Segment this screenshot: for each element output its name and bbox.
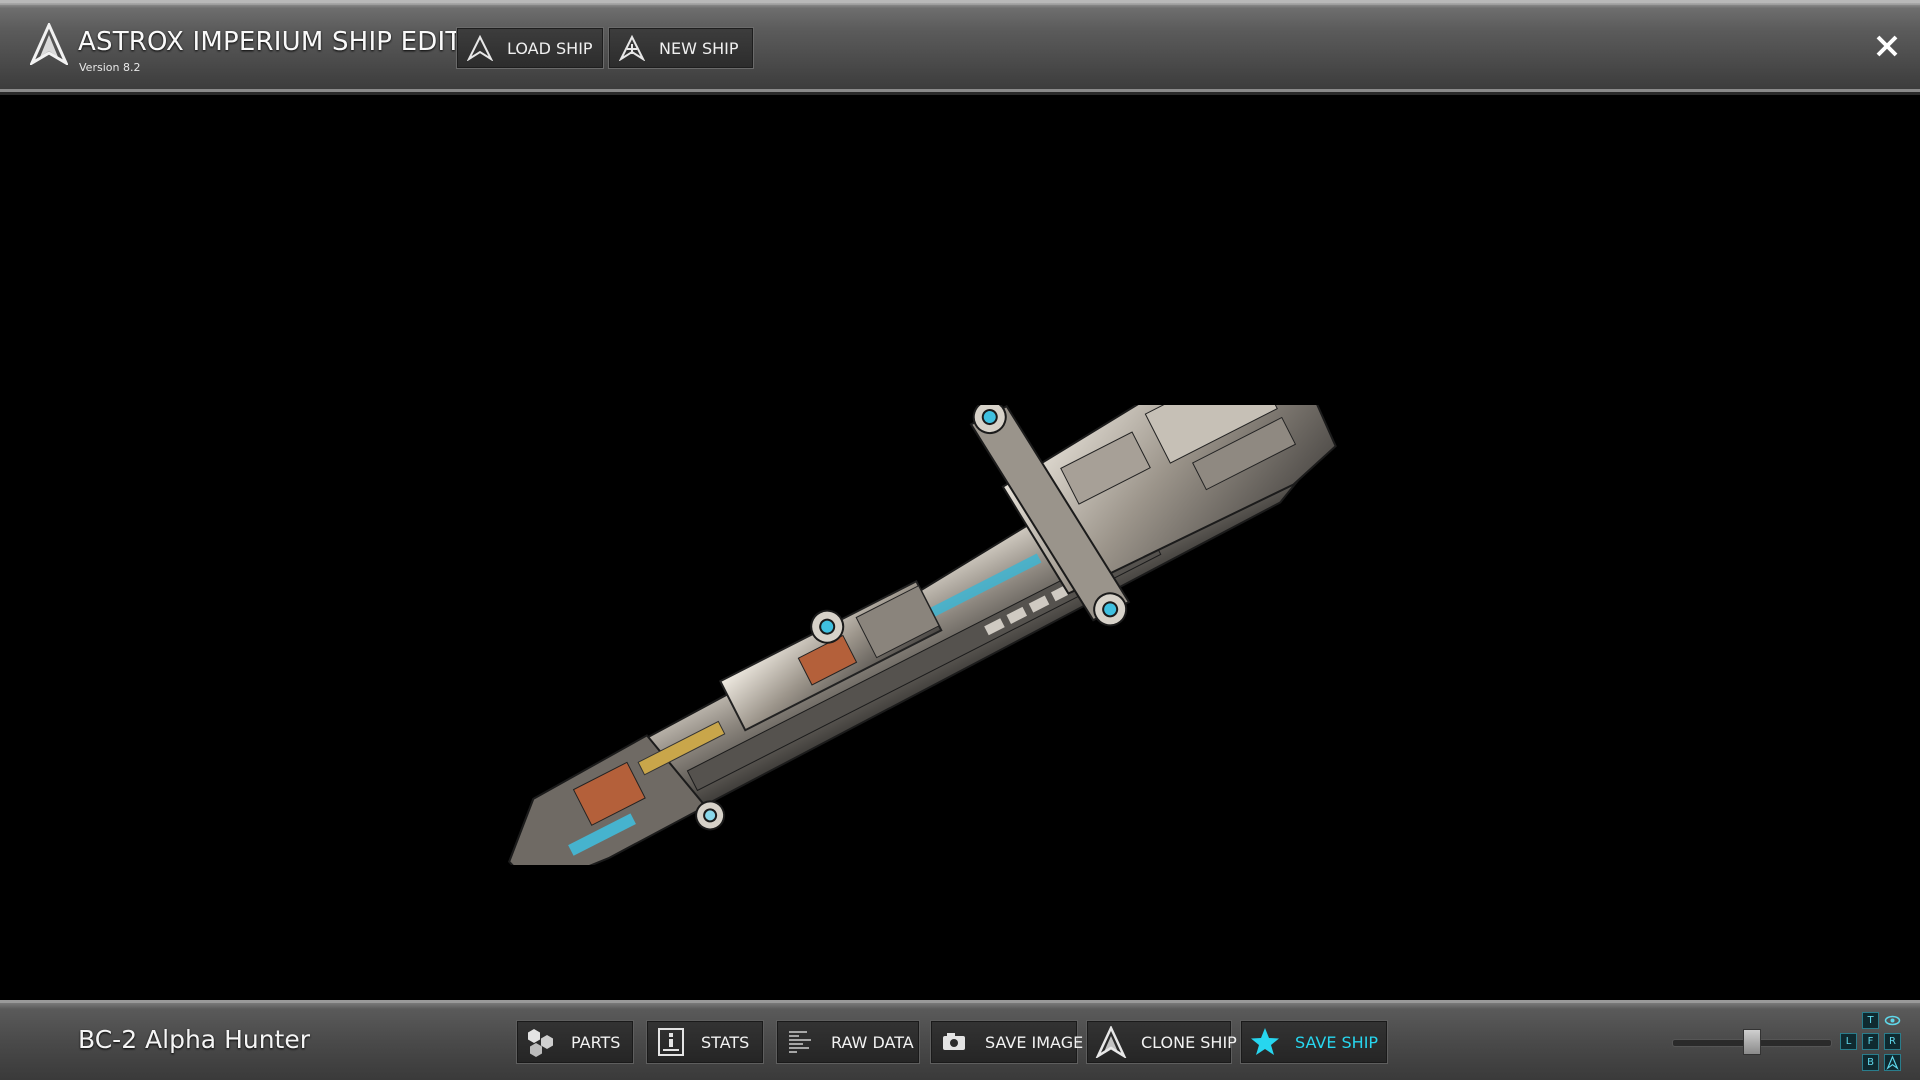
- app-title: ASTROX IMPERIUM SHIP EDITOR: [78, 27, 501, 57]
- view-left-button[interactable]: L: [1840, 1033, 1857, 1050]
- hexagons-icon: [528, 1029, 553, 1057]
- parts-label: PARTS: [571, 1032, 621, 1052]
- view-bottom-button[interactable]: B: [1862, 1054, 1879, 1071]
- raw-data-label: RAW DATA: [831, 1032, 914, 1052]
- stats-button[interactable]: STATS: [646, 1020, 764, 1064]
- load-ship-button[interactable]: LOAD SHIP: [456, 27, 604, 69]
- astrox-logo-icon: [467, 35, 493, 61]
- view-right-button[interactable]: R: [1884, 1033, 1901, 1050]
- raw-data-button[interactable]: RAW DATA: [776, 1020, 920, 1064]
- new-ship-label: NEW SHIP: [659, 38, 739, 58]
- title-bar: ASTROX IMPERIUM SHIP EDITOR Version 8.2 …: [0, 0, 1920, 95]
- astrox-logo-icon: [1095, 1026, 1127, 1058]
- view-top-button[interactable]: T: [1862, 1012, 1879, 1029]
- app-version: Version 8.2: [79, 61, 141, 74]
- new-ship-button[interactable]: NEW SHIP: [608, 27, 754, 69]
- save-ship-label: SAVE SHIP: [1295, 1032, 1379, 1052]
- close-icon[interactable]: [1874, 33, 1900, 59]
- ship-name: BC-2 Alpha Hunter: [78, 1025, 311, 1054]
- parts-button[interactable]: PARTS: [516, 1020, 634, 1064]
- save-image-button[interactable]: SAVE IMAGE: [930, 1020, 1083, 1064]
- eye-icon[interactable]: [1884, 1012, 1901, 1029]
- star-icon: [1251, 1028, 1279, 1055]
- view-front-button[interactable]: F: [1862, 1033, 1879, 1050]
- zoom-slider-handle[interactable]: [1743, 1029, 1761, 1055]
- bottom-bar: BC-2 Alpha Hunter PARTS STATS RAW DATA S…: [0, 1000, 1920, 1080]
- stats-label: STATS: [701, 1032, 750, 1052]
- save-ship-button[interactable]: SAVE SHIP: [1240, 1020, 1388, 1064]
- ship-model-image[interactable]: [420, 405, 1400, 865]
- ship-viewport[interactable]: [0, 95, 1920, 1000]
- camera-icon: [943, 1033, 965, 1050]
- clone-ship-label: CLONE SHIP: [1141, 1032, 1237, 1052]
- stats-sheet-icon: [658, 1028, 684, 1056]
- load-ship-label: LOAD SHIP: [507, 38, 593, 58]
- raw-data-icon: [789, 1031, 811, 1053]
- astrox-plus-icon: [619, 35, 645, 61]
- clone-ship-button[interactable]: CLONE SHIP: [1086, 1020, 1237, 1064]
- astrox-logo-icon: [30, 23, 68, 65]
- astrox-logo-icon[interactable]: [1884, 1054, 1901, 1071]
- save-image-label: SAVE IMAGE: [985, 1032, 1084, 1052]
